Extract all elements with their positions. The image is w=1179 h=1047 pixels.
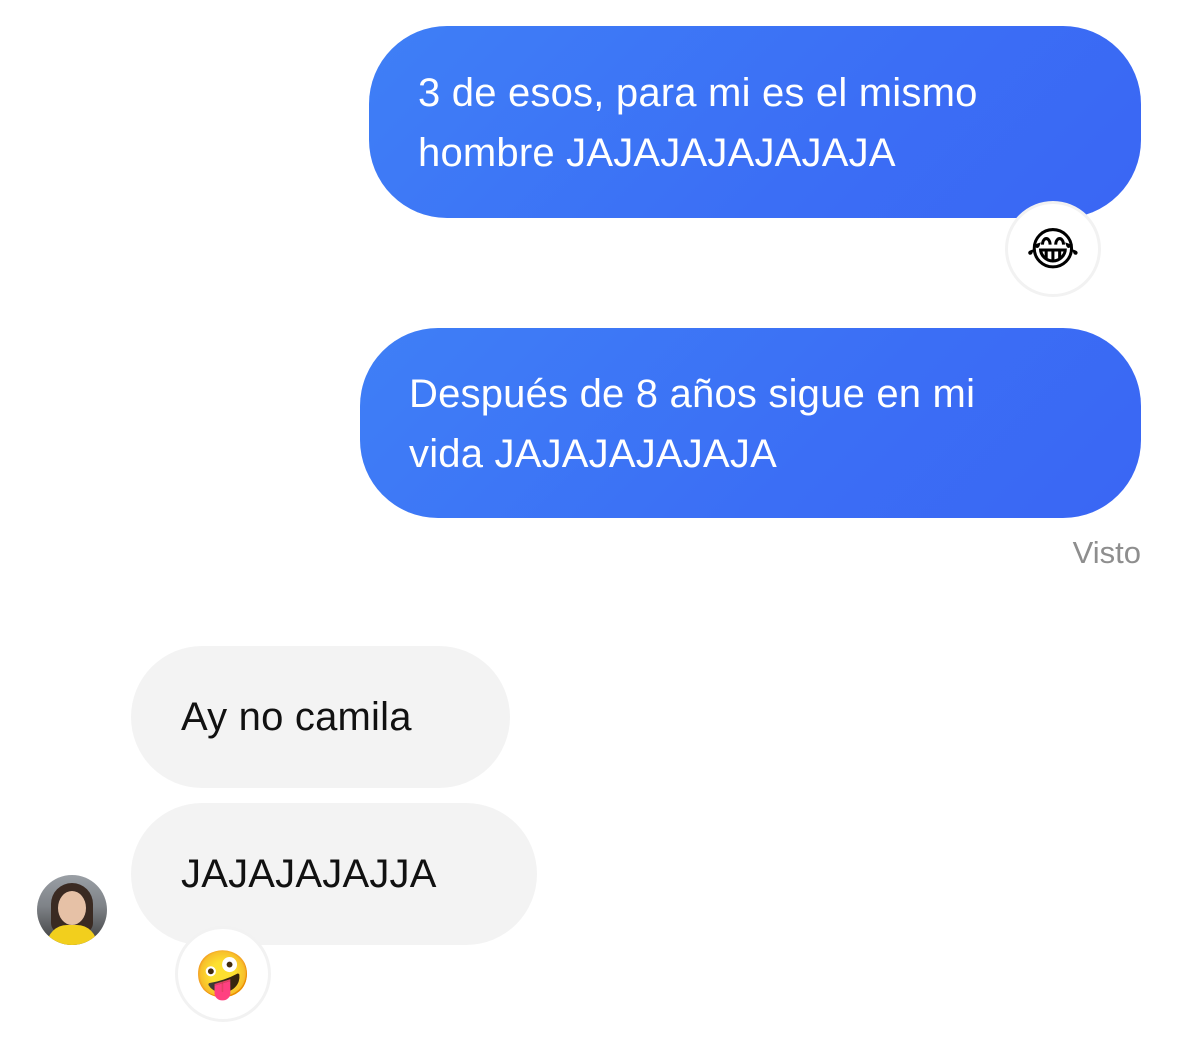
message-text-line: Después de 8 años sigue en mi [409, 372, 976, 416]
message-text-line: hombre JAJAJAJAJAJAJA [418, 131, 896, 175]
avatar-face [58, 891, 86, 925]
outgoing-message-bubble[interactable]: 3 de esos, para mi es el mismo hombre JA… [369, 26, 1141, 218]
message-text-line: vida JAJAJAJAJAJA [409, 432, 777, 476]
message-reaction-badge[interactable]: 🤪 [175, 926, 271, 1022]
incoming-message-bubble[interactable]: Ay no camila [131, 646, 510, 788]
seen-status: Visto [1072, 535, 1141, 570]
outgoing-message-bubble[interactable]: Después de 8 años sigue en mi vida JAJAJ… [360, 328, 1141, 518]
message-text-line: 3 de esos, para mi es el mismo [418, 71, 978, 115]
message-text: JAJAJAJAJJA [181, 852, 437, 896]
laughing-tears-emoji-icon: 😂 [1026, 222, 1080, 276]
message-text: Ay no camila [181, 695, 412, 739]
contact-avatar[interactable] [37, 875, 107, 945]
message-reaction-badge[interactable]: 😂 [1005, 201, 1101, 297]
zany-face-emoji-icon: 🤪 [194, 947, 252, 1001]
incoming-message-bubble[interactable]: JAJAJAJAJJA [131, 803, 537, 945]
